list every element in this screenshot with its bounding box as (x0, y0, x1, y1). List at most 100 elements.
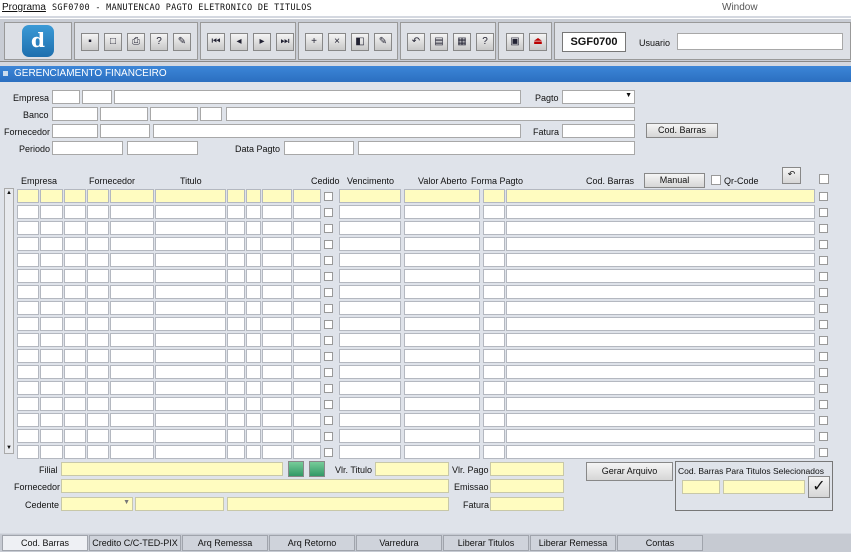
table-cell[interactable] (262, 397, 292, 411)
table-cell[interactable] (87, 285, 109, 299)
banco-agencia-field[interactable] (100, 107, 148, 121)
data-pagto-field[interactable] (284, 141, 354, 155)
tab-arq-remessa[interactable]: Arq Remessa (182, 535, 268, 551)
table-cell[interactable] (155, 429, 226, 443)
bottom-fatura-field[interactable] (490, 497, 564, 511)
checkmark-icon[interactable]: ✓ (808, 476, 830, 498)
table-cell[interactable] (17, 269, 39, 283)
table-cell[interactable] (87, 397, 109, 411)
table-cell[interactable] (155, 349, 226, 363)
table-cell[interactable] (227, 429, 245, 443)
table-cell[interactable] (506, 253, 815, 267)
panel-collapse-icon[interactable] (3, 71, 8, 76)
table-cell[interactable] (17, 205, 39, 219)
table-cell[interactable] (40, 349, 63, 363)
undo-icon[interactable]: ↶ (407, 33, 425, 51)
table-cell[interactable] (506, 397, 815, 411)
table-cell[interactable] (262, 301, 292, 315)
banco-name-field[interactable] (226, 107, 635, 121)
execute-query-icon[interactable]: ✎ (173, 33, 191, 51)
save-icon[interactable]: ▪ (81, 33, 99, 51)
row-select-checkbox[interactable] (819, 288, 828, 297)
duplicate-record-icon[interactable]: ◧ (351, 33, 369, 51)
table-cell[interactable] (404, 413, 480, 427)
table-cell[interactable] (64, 205, 86, 219)
table-cell[interactable] (246, 285, 261, 299)
table-cell[interactable] (155, 397, 226, 411)
row-select-checkbox[interactable] (819, 320, 828, 329)
filial-field[interactable] (61, 462, 283, 476)
table-cell[interactable] (483, 317, 505, 331)
table-cell[interactable] (262, 381, 292, 395)
last-record-icon[interactable]: ⏭ (276, 33, 294, 51)
table-cell[interactable] (87, 237, 109, 251)
table-cell[interactable] (40, 429, 63, 443)
table-cell[interactable] (40, 205, 63, 219)
table-cell[interactable] (246, 349, 261, 363)
table-cell[interactable] (293, 205, 321, 219)
table-cell[interactable] (293, 365, 321, 379)
table-cell[interactable] (17, 221, 39, 235)
table-cell[interactable] (293, 189, 321, 203)
gerar-arquivo-button[interactable]: Gerar Arquivo (586, 462, 673, 481)
table-cell[interactable] (87, 189, 109, 203)
table-cell[interactable] (40, 413, 63, 427)
cedido-checkbox[interactable] (324, 224, 333, 233)
row-select-checkbox[interactable] (819, 192, 828, 201)
table-cell[interactable] (227, 301, 245, 315)
table-cell[interactable] (293, 413, 321, 427)
next-record-icon[interactable]: ▸ (253, 33, 271, 51)
table-cell[interactable] (262, 413, 292, 427)
table-cell[interactable] (227, 349, 245, 363)
program-menu[interactable]: Programa (2, 2, 46, 13)
table-cell[interactable] (64, 365, 86, 379)
table-cell[interactable] (293, 237, 321, 251)
table-cell[interactable] (227, 221, 245, 235)
table-cell[interactable] (110, 205, 154, 219)
row-select-checkbox[interactable] (819, 368, 828, 377)
banco-conta-field[interactable] (150, 107, 198, 121)
fatura-field[interactable] (562, 124, 635, 138)
row-select-checkbox[interactable] (819, 400, 828, 409)
cedido-checkbox[interactable] (324, 432, 333, 441)
table-cell[interactable] (87, 413, 109, 427)
table-cell[interactable] (262, 189, 292, 203)
table-cell[interactable] (404, 301, 480, 315)
table-cell[interactable] (404, 285, 480, 299)
table-cell[interactable] (262, 445, 292, 459)
table-cell[interactable] (110, 253, 154, 267)
table-cell[interactable] (246, 317, 261, 331)
cedido-checkbox[interactable] (324, 448, 333, 457)
table-cell[interactable] (155, 237, 226, 251)
table-cell[interactable] (17, 301, 39, 315)
table-cell[interactable] (87, 429, 109, 443)
table-cell[interactable] (339, 285, 401, 299)
table-cell[interactable] (64, 317, 86, 331)
tab-cod-barras[interactable]: Cod. Barras (2, 535, 88, 551)
table-cell[interactable] (506, 365, 815, 379)
pagto-select[interactable]: ▼ (562, 90, 635, 104)
table-cell[interactable] (227, 397, 245, 411)
table-cell[interactable] (506, 221, 815, 235)
table-cell[interactable] (506, 317, 815, 331)
cedido-checkbox[interactable] (324, 208, 333, 217)
row-select-checkbox[interactable] (819, 224, 828, 233)
table-cell[interactable] (155, 269, 226, 283)
empresa-sub-field[interactable] (82, 90, 112, 104)
table-cell[interactable] (227, 253, 245, 267)
table-cell[interactable] (227, 205, 245, 219)
table-cell[interactable] (64, 189, 86, 203)
table-cell[interactable] (262, 317, 292, 331)
help-icon[interactable]: ? (476, 33, 494, 51)
table-cell[interactable] (483, 189, 505, 203)
table-cell[interactable] (339, 445, 401, 459)
scroll-down-icon[interactable]: ▼ (5, 444, 13, 453)
table-cell[interactable] (110, 413, 154, 427)
table-cell[interactable] (262, 205, 292, 219)
cedido-checkbox[interactable] (324, 320, 333, 329)
table-cell[interactable] (339, 413, 401, 427)
tab-liberar-titulos[interactable]: Liberar Titulos (443, 535, 529, 551)
table-cell[interactable] (293, 317, 321, 331)
table-cell[interactable] (227, 365, 245, 379)
refresh-icon[interactable]: ↶ (782, 167, 801, 184)
